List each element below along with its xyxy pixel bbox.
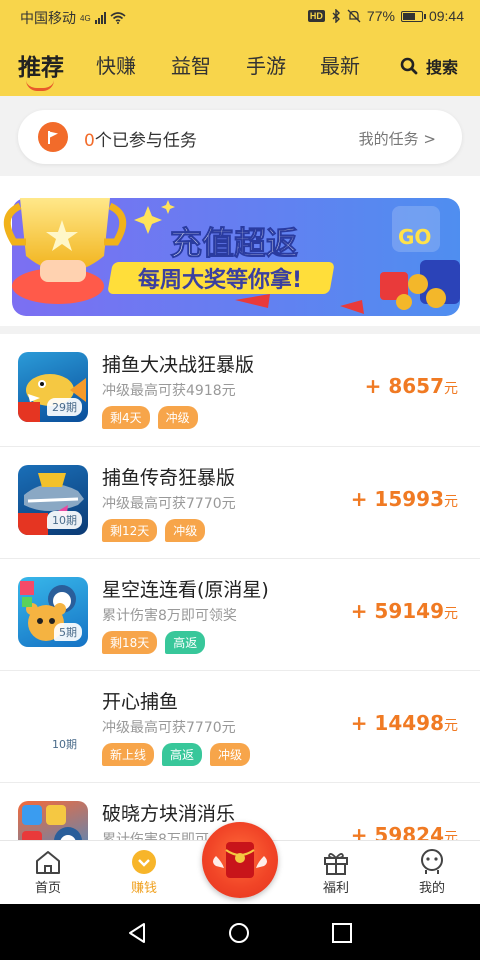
nav-profile[interactable]: 我的 [402, 847, 462, 896]
category-tabs: 推荐 快赚 益智 手游 最新 搜索 [0, 34, 480, 96]
tab-recommend[interactable]: 推荐 [18, 48, 64, 82]
nav-home-label: 首页 [34, 881, 61, 896]
promo-banner[interactable]: 充值超返 每周大奖等你拿! GO [0, 176, 480, 326]
game-thumbnail: 10期 [18, 465, 88, 535]
reward-amount: + 15993元 [351, 487, 458, 511]
recents-icon[interactable] [331, 922, 353, 944]
tag: 高返 [165, 631, 206, 654]
reward-value: + 14498 [350, 711, 444, 735]
reward-value: + 15993 [350, 487, 444, 511]
banner-headline: 充值超返 [170, 224, 298, 262]
joined-task-label: 个已参与任务 [94, 131, 197, 151]
network-type: 4G [80, 13, 91, 23]
game-subtitle: 冲级最高可获7770元 [102, 496, 236, 512]
red-envelope-icon [213, 842, 267, 878]
game-title: 星空连连看(原消星) [102, 579, 269, 601]
period-badge: 5期 [54, 623, 82, 641]
coin-icon [132, 850, 156, 874]
joined-task-count: 0 [84, 131, 95, 151]
reward-unit: 元 [444, 718, 458, 734]
tab-latest[interactable]: 最新 [320, 50, 360, 79]
nav-welfare-label: 福利 [322, 881, 349, 896]
profile-icon [421, 849, 443, 874]
period-badge: 29期 [47, 398, 82, 416]
status-bar: 中国移动 4G HD 77% 09:44 [0, 0, 480, 34]
game-thumbnail: 10期 [18, 689, 88, 759]
tab-puzzle[interactable]: 益智 [171, 50, 211, 79]
home-circle-icon[interactable] [228, 922, 250, 944]
bluetooth-icon [332, 9, 340, 23]
tag: 剩12天 [102, 519, 158, 542]
red-envelope-button[interactable] [202, 822, 278, 898]
game-thumbnail: 29期 [18, 352, 88, 422]
nav-earn[interactable]: 赚钱 [114, 847, 174, 896]
gift-icon [324, 853, 348, 875]
nav-earn-label: 赚钱 [130, 881, 157, 896]
search-button[interactable]: 搜索 [400, 54, 458, 78]
carrier-name: 中国移动 [20, 10, 76, 26]
banner-subline: 每周大奖等你拿! [138, 267, 302, 293]
tag-list: 剩12天 冲级 [102, 519, 206, 542]
game-thumbnail: 5期 [18, 577, 88, 647]
period-badge: 10期 [47, 511, 82, 529]
game-title: 捕鱼传奇狂暴版 [102, 467, 236, 489]
my-tasks-link[interactable]: 我的任务 > [359, 128, 436, 149]
tab-mobile-games[interactable]: 手游 [246, 50, 286, 79]
tag: 冲级 [210, 743, 251, 766]
hd-badge: HD [307, 10, 325, 22]
clock: 09:44 [428, 8, 464, 24]
active-tab-indicator [26, 80, 54, 91]
banner-go-badge: GO [398, 225, 431, 249]
reward-unit: 元 [444, 494, 458, 510]
list-item[interactable]: 29期 捕鱼大决战狂暴版 冲级最高可获4918元 剩4天 冲级 + 8657元 [0, 326, 480, 446]
nav-welfare[interactable]: 福利 [306, 847, 366, 896]
reward-value: + 8657 [364, 374, 444, 398]
flag-icon [38, 122, 68, 152]
game-subtitle: 累计伤害8万即可领奖 [102, 608, 237, 624]
back-icon[interactable] [126, 922, 148, 944]
battery-icon [400, 10, 426, 22]
period-badge: 10期 [47, 735, 82, 753]
reward-value: + 59149 [350, 599, 444, 623]
list-item[interactable]: 5期 星空连连看(原消星) 累计伤害8万即可领奖 剩18天 高返 + 59149… [0, 558, 480, 670]
tag-list: 新上线 高返 冲级 [102, 743, 251, 766]
reward-amount: + 14498元 [351, 711, 458, 735]
search-label: 搜索 [425, 58, 458, 77]
app-screen: 中国移动 4G HD 77% 09:44 推荐 快赚 益智 手游 最新 搜索 0… [0, 0, 480, 960]
reward-unit: 元 [444, 381, 458, 397]
nav-profile-label: 我的 [418, 881, 445, 896]
game-title: 开心捕鱼 [102, 691, 179, 713]
signal-icon [94, 12, 106, 24]
tag-list: 剩4天 冲级 [102, 406, 198, 429]
reward-amount: + 8657元 [365, 374, 458, 398]
reward-amount: + 59149元 [351, 599, 458, 623]
game-title: 捕鱼大决战狂暴版 [102, 354, 255, 376]
list-item[interactable]: 10期 开心捕鱼 冲级最高可获7770元 新上线 高返 冲级 + 14498元 [0, 670, 480, 782]
tag: 冲级 [165, 519, 206, 542]
tag: 剩18天 [102, 631, 158, 654]
banner-art: 充值超返 每周大奖等你拿! GO [0, 176, 480, 326]
battery-percent: 77% [366, 8, 395, 24]
tag: 高返 [162, 743, 203, 766]
tag-list: 剩18天 高返 [102, 631, 206, 654]
search-icon [400, 57, 418, 75]
gift-box-icon: GO [392, 206, 440, 252]
game-subtitle: 冲级最高可获4918元 [102, 383, 236, 399]
tab-quick-earn[interactable]: 快赚 [96, 50, 136, 79]
mute-bell-icon [347, 9, 361, 23]
nav-home[interactable]: 首页 [18, 847, 78, 896]
list-item[interactable]: 10期 捕鱼传奇狂暴版 冲级最高可获7770元 剩12天 冲级 + 15993元 [0, 446, 480, 558]
home-icon [36, 851, 60, 874]
wifi-icon [110, 12, 126, 24]
joined-tasks-text: 0个已参与任务 [84, 126, 197, 151]
my-tasks-card[interactable]: 0个已参与任务 我的任务 > [18, 110, 462, 164]
system-nav-bar [0, 904, 480, 960]
game-list: 29期 捕鱼大决战狂暴版 冲级最高可获4918元 剩4天 冲级 + 8657元 … [0, 326, 480, 894]
game-subtitle: 冲级最高可获7770元 [102, 720, 236, 736]
tag: 剩4天 [102, 406, 150, 429]
tag: 新上线 [102, 743, 155, 766]
reward-unit: 元 [444, 606, 458, 622]
tag: 冲级 [157, 406, 198, 429]
